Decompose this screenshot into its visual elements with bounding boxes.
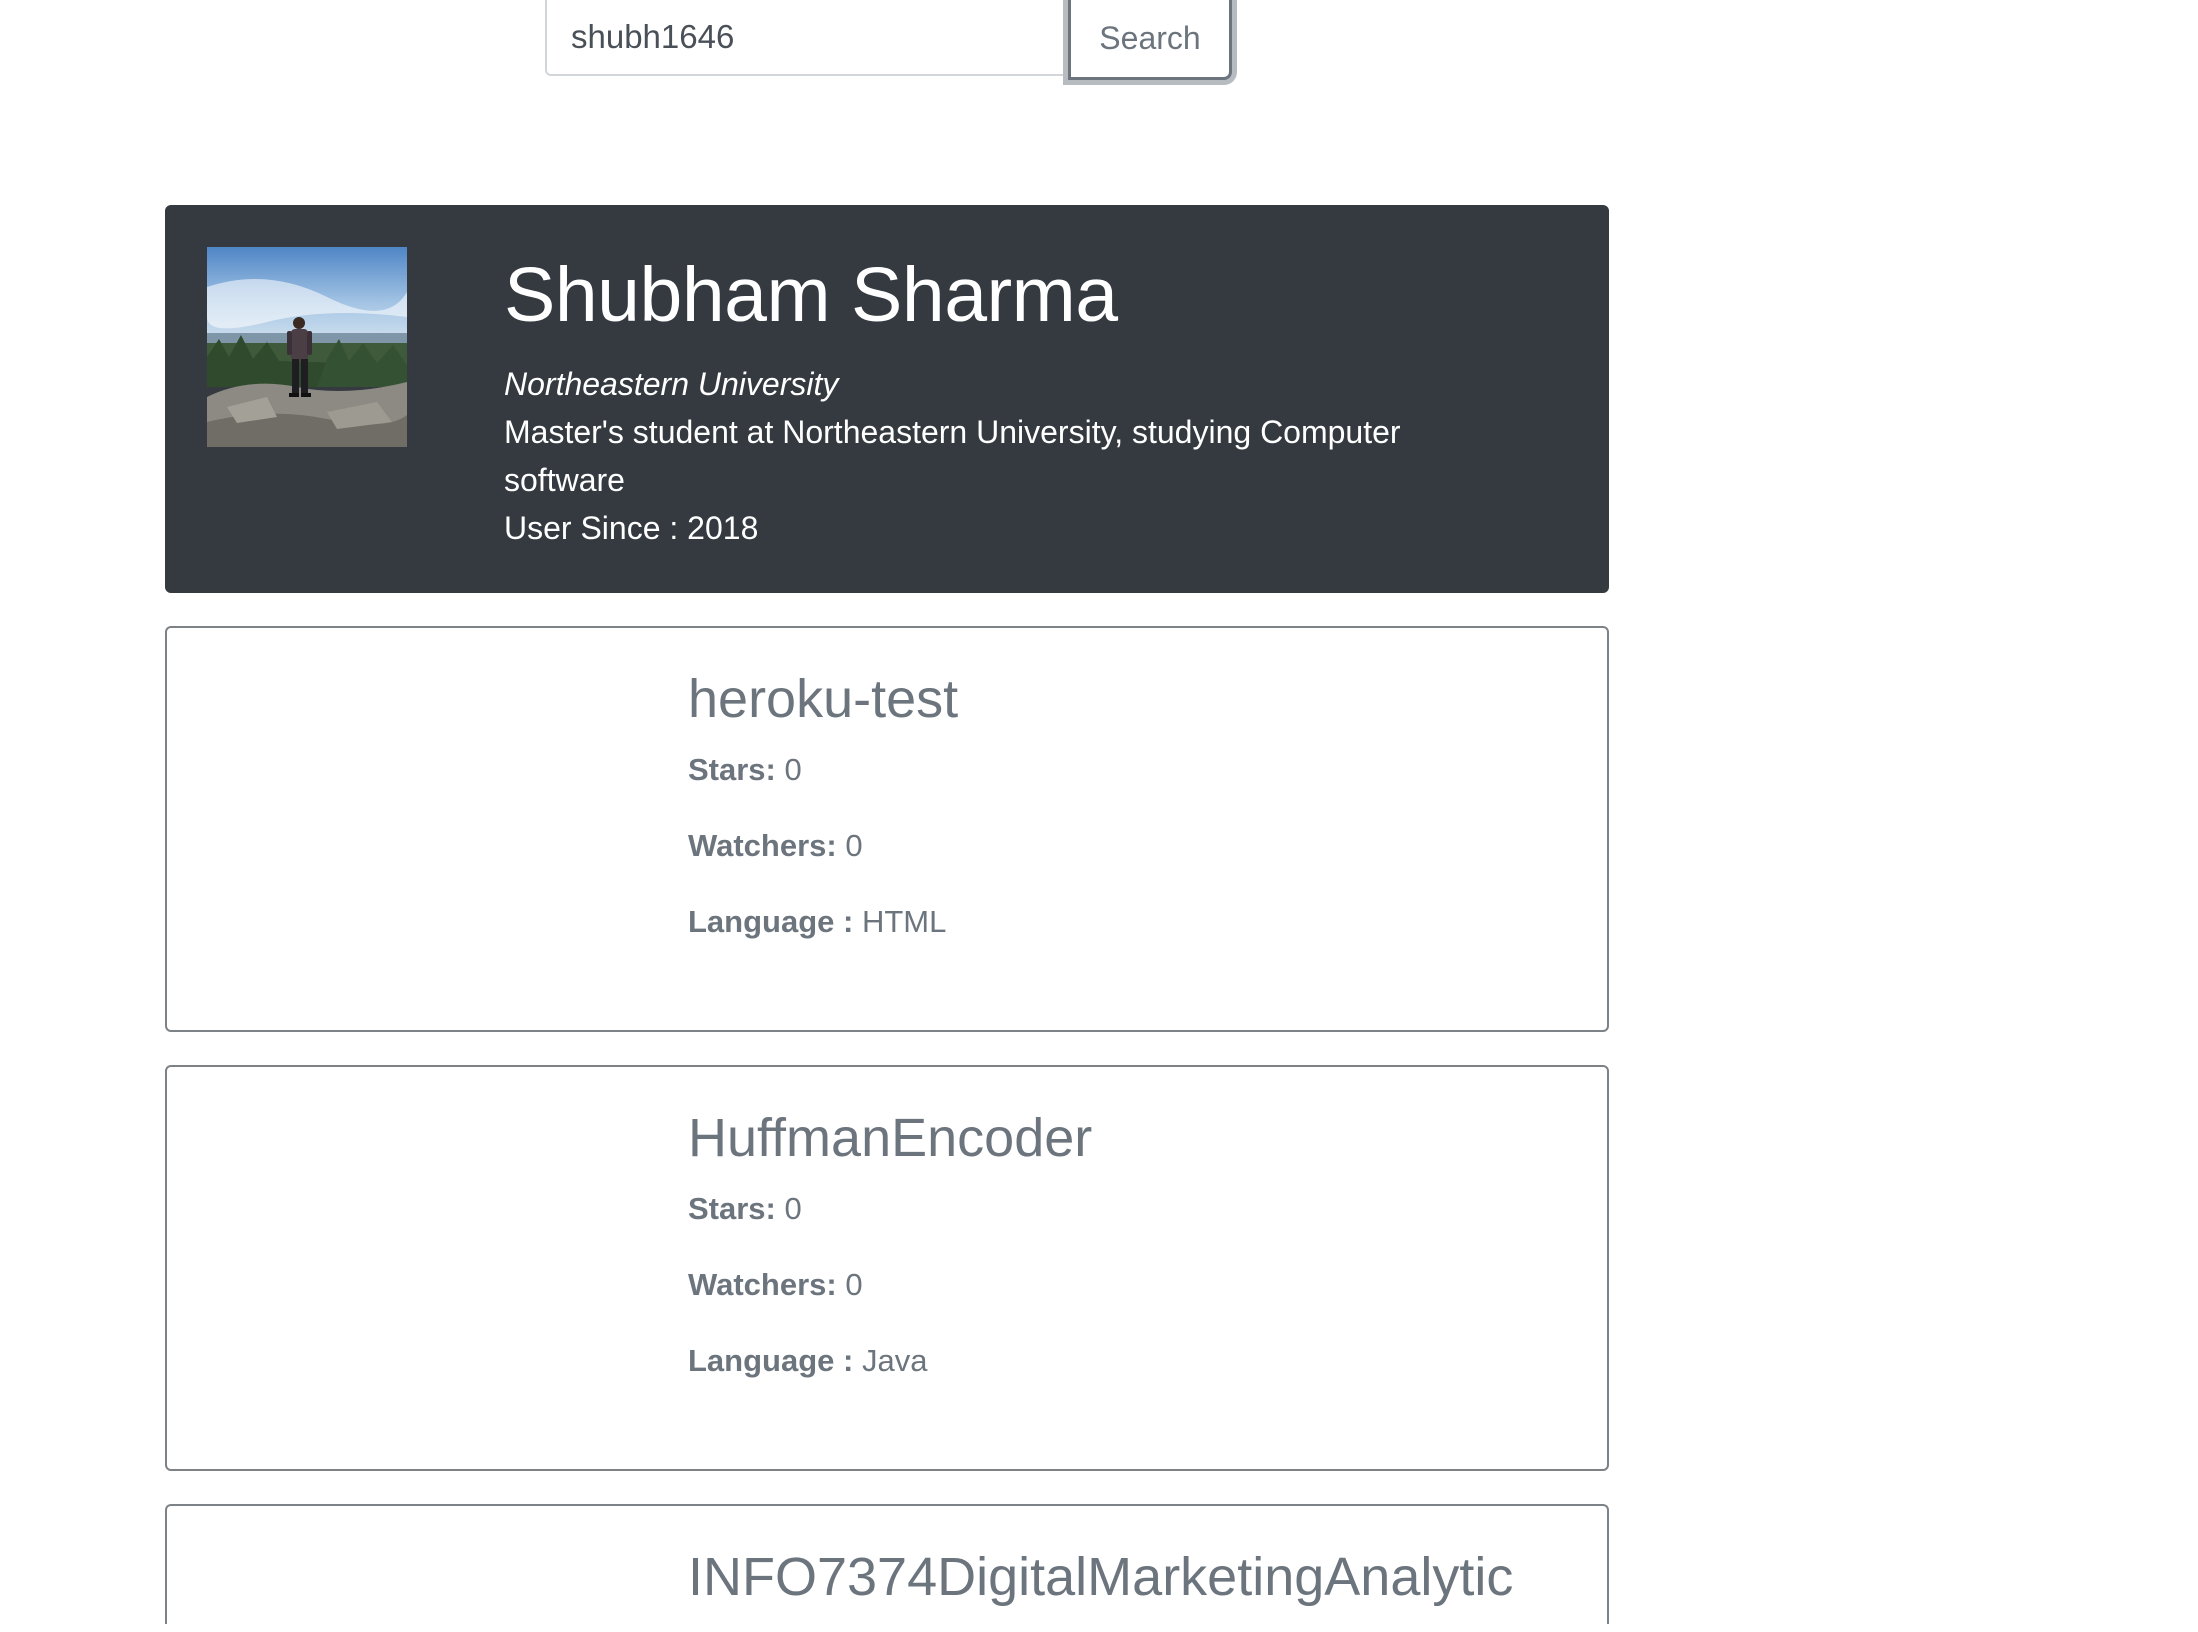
repo-stars: Stars: 0 xyxy=(688,1193,1588,1224)
profile-bio: Master's student at Northeastern Univers… xyxy=(504,414,1401,498)
language-value: HTML xyxy=(861,904,947,939)
watchers-value: 0 xyxy=(845,828,863,863)
language-value: Java xyxy=(861,1343,928,1378)
repo-language: Language : HTML xyxy=(688,906,1588,937)
profile-name: Shubham Sharma xyxy=(504,252,1118,338)
search-bar: Search xyxy=(545,0,1232,80)
repo-stars: Stars: 0 xyxy=(688,754,1588,785)
repo-name: INFO7374DigitalMarketingAnalytic xyxy=(688,1547,1514,1607)
repo-card: HuffmanEncoder Stars: 0 Watchers: 0 Lang… xyxy=(165,1065,1609,1471)
repo-name: heroku-test xyxy=(688,669,959,729)
user-since-label: User Since : xyxy=(504,510,679,546)
profile-card: Shubham Sharma Northeastern University M… xyxy=(165,205,1609,593)
watchers-value: 0 xyxy=(845,1267,863,1302)
user-since-value: 2018 xyxy=(687,510,759,546)
repo-card: heroku-test Stars: 0 Watchers: 0 Languag… xyxy=(165,626,1609,1032)
repo-watchers: Watchers: 0 xyxy=(688,1269,1588,1300)
profile-company: Northeastern University xyxy=(504,366,839,402)
search-button[interactable]: Search xyxy=(1068,0,1232,80)
language-label: Language : xyxy=(688,1343,854,1378)
stars-value: 0 xyxy=(784,1191,802,1226)
avatar xyxy=(207,247,407,447)
avatar-photo xyxy=(207,247,407,447)
user-since: User Since : 2018 xyxy=(504,504,1504,552)
language-label: Language : xyxy=(688,904,854,939)
profile-info: Shubham Sharma Northeastern University M… xyxy=(504,257,1504,552)
repo-card: INFO7374DigitalMarketingAnalytic xyxy=(165,1504,1609,1624)
repo-language: Language : Java xyxy=(688,1345,1588,1376)
repo-watchers: Watchers: 0 xyxy=(688,830,1588,861)
stars-value: 0 xyxy=(784,752,802,787)
search-input[interactable] xyxy=(545,0,1068,76)
watchers-label: Watchers: xyxy=(688,828,837,863)
stars-label: Stars: xyxy=(688,752,776,787)
repo-name: HuffmanEncoder xyxy=(688,1108,1093,1168)
watchers-label: Watchers: xyxy=(688,1267,837,1302)
stars-label: Stars: xyxy=(688,1191,776,1226)
